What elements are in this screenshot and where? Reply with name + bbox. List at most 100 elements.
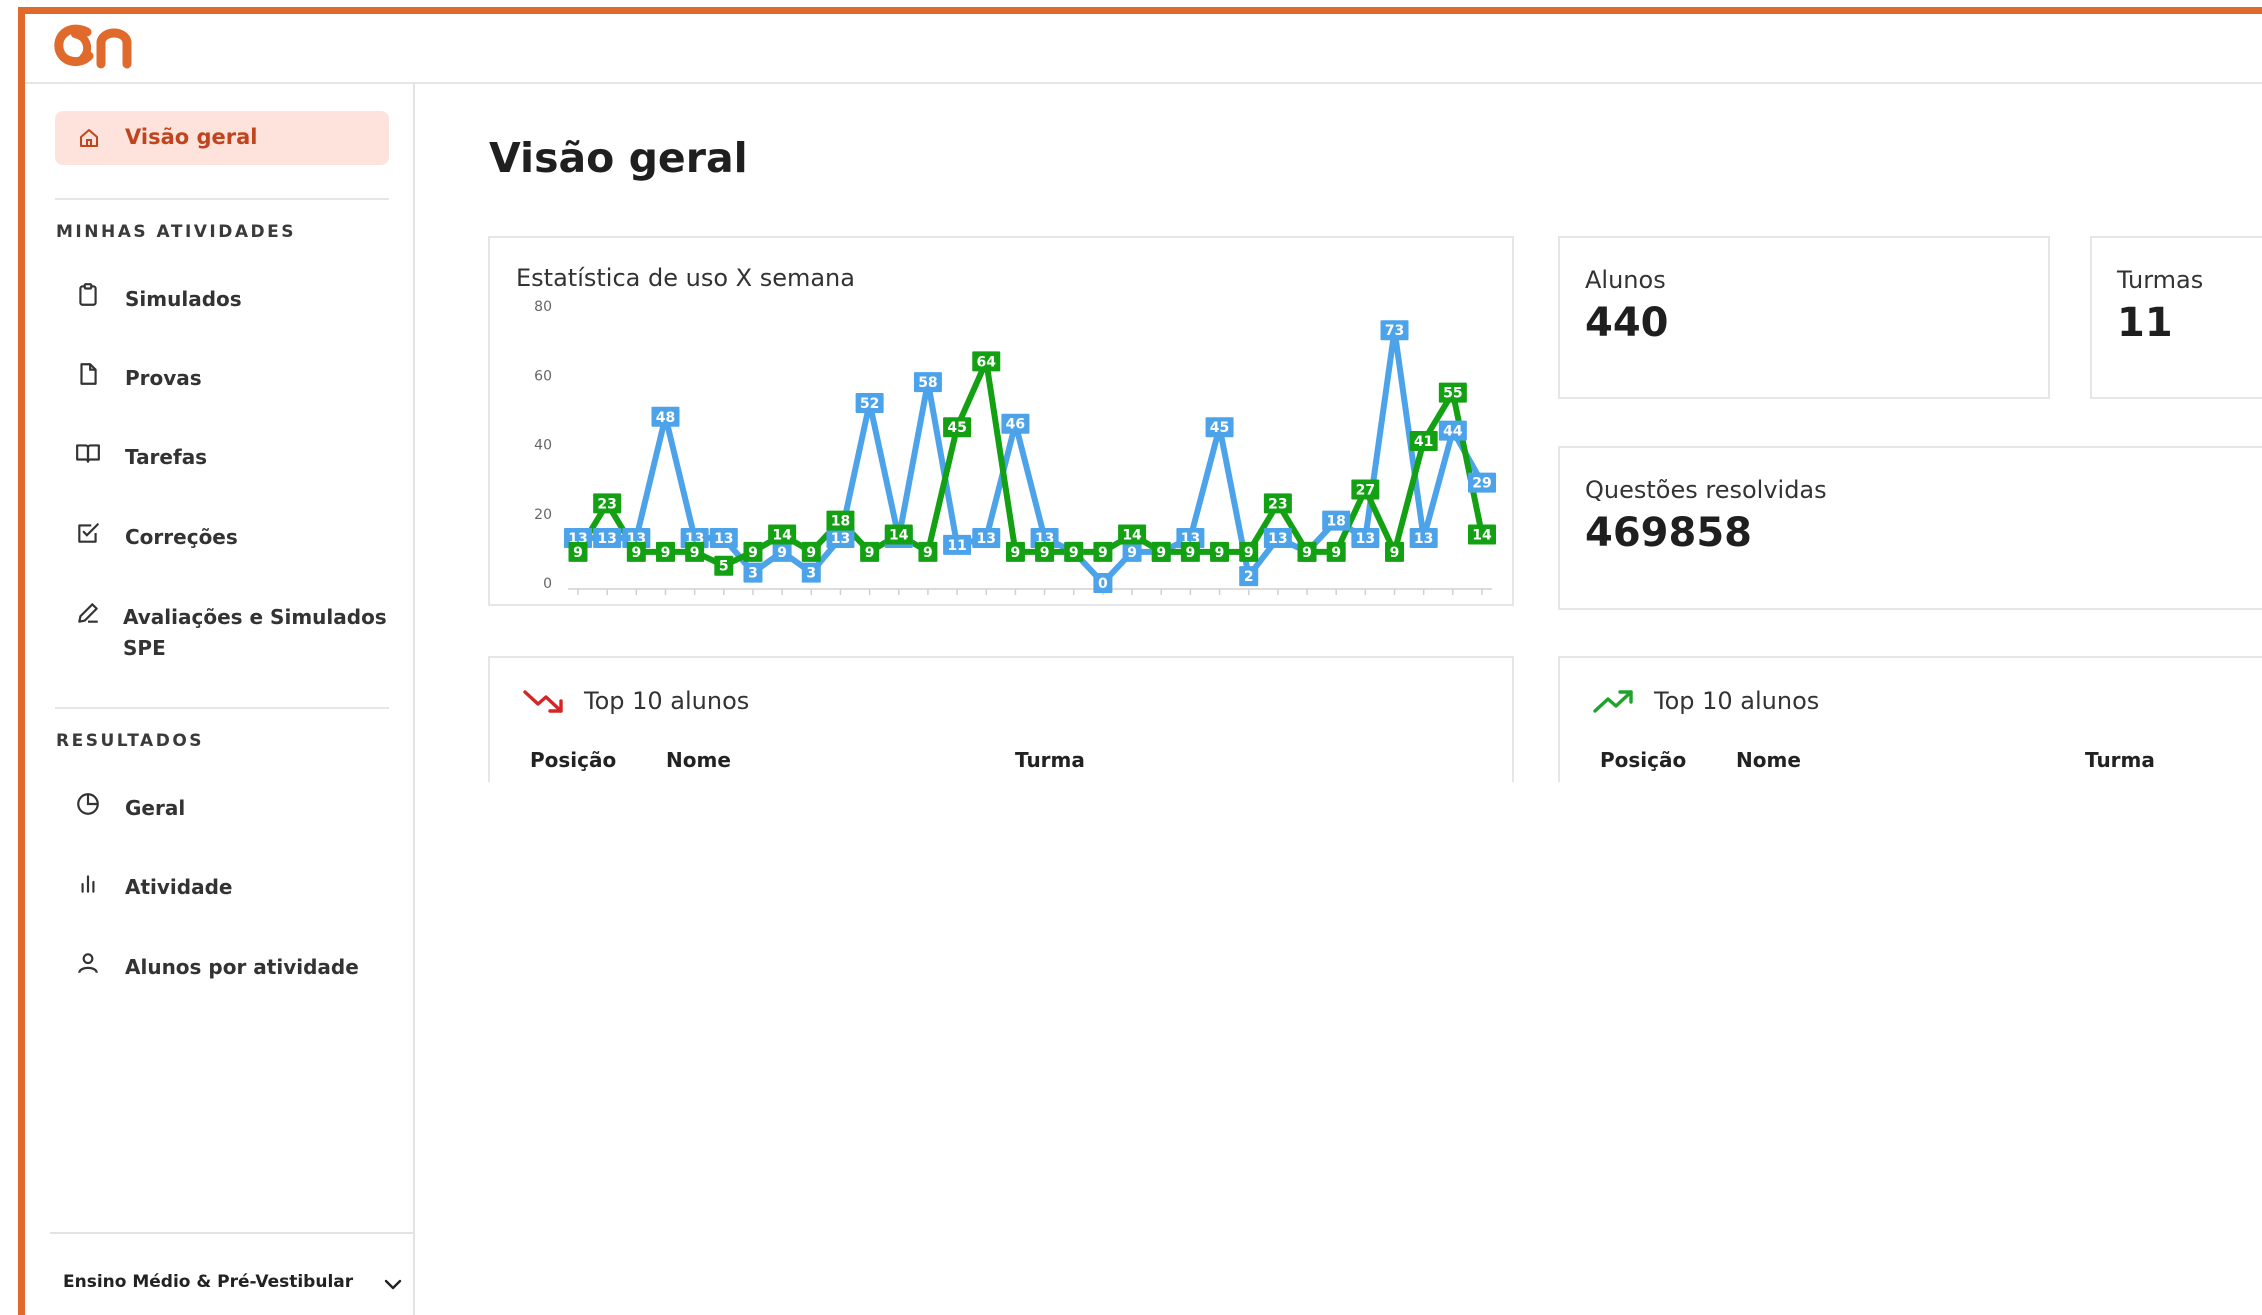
data-label: 27 [1356,483,1375,499]
data-label: 9 [1390,545,1400,561]
data-label: 9 [865,545,875,561]
data-label: 13 [831,531,850,547]
data-label: 58 [918,375,937,391]
data-label: 46 [1006,417,1025,433]
data-label: 14 [1472,528,1492,544]
pencil-icon [78,603,98,623]
sidebar-item-label: Avaliações e Simulados SPE [123,602,387,664]
data-label: 14 [772,528,792,544]
stat-card-questoes-resolvidas: Questões resolvidas 469858 [1558,446,2262,610]
sidebar-item-provas[interactable]: Provas [55,351,389,399]
y-tick-label: 0 [543,576,552,592]
data-label: 48 [656,410,675,426]
column-header-nome[interactable]: Nome [666,748,731,772]
top-bar [25,14,2262,84]
data-label: 23 [1268,496,1287,512]
data-label: 3 [806,566,816,582]
on-logo[interactable] [53,20,149,72]
data-label: 13 [1268,531,1287,547]
stat-card-turmas: Turmas 11 [2090,236,2262,399]
level-select[interactable]: Ensino Médio & Pré-Vestibular [63,1266,402,1306]
column-header-posicao[interactable]: Posição [530,748,616,772]
checkbox-icon [78,523,99,543]
data-label: 9 [748,545,758,561]
sidebar-item-correcoes[interactable]: Correções [55,510,389,558]
top-card-header: Top 10 alunos [522,686,749,716]
data-label: 9 [1127,545,1137,561]
sidebar-divider [55,198,389,200]
data-label: 52 [860,396,879,412]
trending-up-icon [1593,690,1633,713]
column-header-turma[interactable]: Turma [1015,748,1085,772]
column-header-nome[interactable]: Nome [1736,748,1801,772]
stat-value: 440 [1585,300,1669,346]
stat-label: Turmas [2117,266,2204,294]
top-card-title: Top 10 alunos [584,687,750,715]
data-label: 9 [923,545,933,561]
usage-chart-card: Estatística de uso X semana 0 20 40 60 80 13 1… [488,236,1514,606]
sidebar-item-label-line2: SPE [123,636,166,660]
data-label: 9 [661,545,671,561]
stat-value: 11 [2117,300,2173,346]
data-label: 18 [831,514,850,530]
data-label: 29 [1472,476,1491,492]
sidebar-item-label: Correções [125,525,238,549]
file-icon [80,363,97,385]
data-label: 9 [1331,545,1341,561]
data-label: 64 [977,354,997,370]
data-label: 0 [1098,576,1108,592]
y-tick-label: 40 [534,438,552,454]
data-label: 14 [1122,528,1142,544]
data-label: 41 [1414,434,1433,450]
sidebar-item-label: Provas [125,366,202,390]
data-label: 9 [1302,545,1312,561]
sidebar-item-alunos-por-atividade[interactable]: Alunos por atividade [55,940,389,988]
page-title: Visão geral [489,134,748,182]
sidebar-item-geral[interactable]: Geral [55,781,389,829]
data-label: 5 [719,559,729,575]
app-frame-top [18,7,2262,14]
data-label: 55 [1443,386,1462,402]
data-label: 9 [1186,545,1196,561]
data-label: 11 [947,538,966,554]
sidebar-item-label-line1: Avaliações e Simulados [123,605,387,629]
column-header-posicao[interactable]: Posição [1600,748,1686,772]
sidebar-footer-divider [50,1232,413,1234]
level-select-label: Ensino Médio & Pré-Vestibular [63,1272,354,1292]
sidebar-item-avaliacoes-spe[interactable]: Avaliações e Simulados SPE [55,590,389,662]
stat-card-alunos: Alunos 440 [1558,236,2050,399]
sidebar-item-visao-geral[interactable]: Visão geral [55,111,389,165]
data-label: 9 [1040,545,1050,561]
section-title-resultados: RESULTADOS [56,731,205,751]
top-card-title: Top 10 alunos [1654,687,1820,715]
sidebar-item-label: Alunos por atividade [125,955,359,979]
stat-value: 469858 [1585,510,1752,556]
sidebar: Visão geral MINHAS ATIVIDADES Simulados … [25,84,415,1315]
y-tick-label: 20 [534,507,552,523]
data-label: 45 [947,420,966,436]
data-label: 73 [1385,323,1404,339]
data-label: 13 [597,531,616,547]
sidebar-item-simulados[interactable]: Simulados [55,272,389,320]
data-label: 9 [631,545,641,561]
y-tick-label: 80 [534,299,552,315]
data-label: 2 [1244,569,1254,585]
sidebar-item-tarefas[interactable]: Tarefas [55,430,389,478]
data-label: 13 [1414,531,1433,547]
data-label: 13 [977,531,996,547]
data-label: 9 [573,545,583,561]
sidebar-item-atividade[interactable]: Atividade [55,860,389,908]
column-header-turma[interactable]: Turma [2085,748,2155,772]
clipboard-icon [79,283,97,306]
sidebar-item-label: Visão geral [125,125,258,149]
book-icon [76,444,100,463]
user-icon [78,953,98,974]
trending-down-icon [523,690,563,713]
data-label: 18 [1326,514,1345,530]
top-alunos-card-down: Top 10 alunos Posição Nome Turma [488,656,1514,782]
section-title-minhas-atividades: MINHAS ATIVIDADES [56,222,296,242]
usage-chart: 0204060801313134813133931352135811134613… [534,299,1496,595]
data-label: 9 [1011,545,1021,561]
bar-chart-icon [81,875,95,893]
data-label: 9 [1156,545,1166,561]
